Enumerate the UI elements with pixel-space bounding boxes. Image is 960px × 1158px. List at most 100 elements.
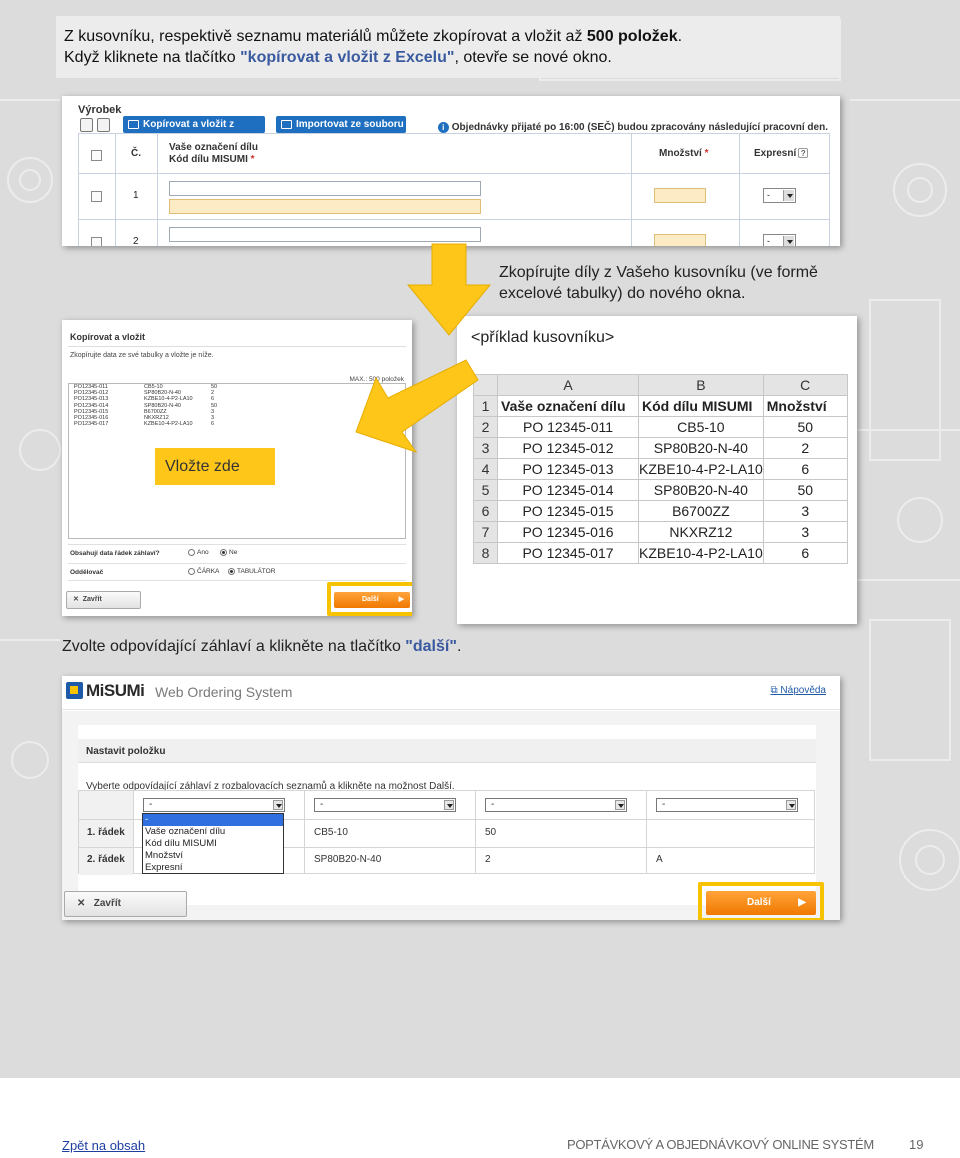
cell-value: 50 [485,827,497,838]
excel-cell: 50 [762,479,848,501]
excel-cell: Kód dílu MISUMI [638,395,764,417]
row-number: 1 [133,190,139,201]
dropdown-option[interactable]: Kód dílu MISUMI [143,838,283,850]
system-name: Web Ordering System [155,684,293,700]
table-row: 2 - [79,220,829,246]
col-express-header: Expresní? [754,148,809,160]
required-mark: * [250,154,255,165]
excel-cell: CB5-10 [638,416,764,438]
copy-instruction-line1: Zkopírujte díly z Vašeho kusovníku (ve f… [499,264,818,281]
radio-comma-label: ČÁRKA [197,568,220,576]
help-icon[interactable]: ? [798,148,809,158]
choose-header-suffix: . [456,638,462,655]
excel-row: 2 PO 12345-011 CB5-10 50 [473,416,848,438]
misumi-logo-icon [66,682,83,699]
choose-header-instruction: Zvolte odpovídající záhlaví a klikněte n… [62,638,461,656]
import-file-button[interactable]: Importovat ze souboru [276,116,406,133]
dropdown-option[interactable]: Množství [143,850,283,862]
popup-next-label: Další [362,596,379,603]
import-file-label: Importovat ze souboru [296,119,404,130]
radio-comma[interactable] [188,568,195,575]
list-icon[interactable] [97,118,110,132]
intro-line1-suffix: . [677,28,683,45]
row-label: 2. řádek [87,854,125,865]
table-row: 1 - [79,174,829,220]
cell-value: A [656,854,663,865]
order-info-notice: i Objednávky přijaté po 16:00 (SEČ) budou… [437,122,828,133]
radio-yes-label: Ano [197,549,209,557]
excel-row: 5 PO 12345-014 SP80B20-N-40 50 [473,479,848,501]
section-title: Nastavit položku [78,739,816,763]
express-select[interactable]: - [763,188,796,203]
play-icon: ▶ [798,897,806,908]
excel-cell: KZBE10-4-P2-LA10 [638,458,764,480]
next-button-label: Další [747,897,771,908]
express-select[interactable]: - [763,234,796,246]
chevron-down-icon [783,190,794,201]
document-title: POPTÁVKOVÝ A OBJEDNÁVKOVÝ ONLINE SYSTÉM [567,1137,874,1152]
close-button[interactable]: ✕ Zavřít [64,891,187,917]
excel-cell: 6 [762,458,848,480]
popup-close-button[interactable]: ✕ Zavřít [66,591,141,609]
excel-row: 1 Vaše označení dílu Kód dílu MISUMI Mno… [473,395,848,417]
required-mark-quantity: * [704,148,709,159]
row-label: 1. řádek [87,827,125,838]
header-dropdown-list: - Vaše označení dílu Kód dílu MISUMI Mno… [142,813,284,874]
header-select-value: - [149,799,153,810]
excel-row-number: 3 [473,437,498,459]
col-designation-header: Vaše označení dílu Kód dílu MISUMI * [169,142,258,166]
excel-cell: SP80B20-N-40 [638,437,764,459]
next-button[interactable]: Další ▶ [706,891,816,915]
popup-subtitle: Zkopírujte data ze své tabulky a vložte … [70,352,214,359]
popup-title: Kopírovat a vložit [70,332,146,342]
intro-line1-prefix: Z kusovníku, respektivě seznamu materiál… [64,28,587,45]
header-select-3[interactable]: - [485,798,627,812]
info-icon: i [437,122,449,133]
intro-line2-prefix: Když kliknete na tlačítko [64,49,241,66]
help-link[interactable]: ⧉ Nápověda [770,685,826,696]
header-select-1[interactable]: - [143,798,285,812]
radio-tab[interactable] [228,568,235,575]
radio-no[interactable] [220,549,227,556]
excel-col-a: A [497,374,639,396]
copy-paste-excel-button[interactable]: Kopírovat a vložit z Excelu [123,116,265,147]
header-select-2[interactable]: - [314,798,456,812]
row-checkbox[interactable] [91,237,102,246]
radio-yes[interactable] [188,549,195,556]
dropdown-option[interactable]: - [143,814,283,826]
excel-corner-cell [473,374,498,396]
back-to-contents-link[interactable]: Zpět na obsah [62,1138,145,1153]
header-select-value: - [662,799,666,810]
excel-cell: Vaše označení dílu [497,395,639,417]
express-value: - [767,236,770,246]
part-number-input[interactable] [169,199,481,214]
delete-icon[interactable] [80,118,93,132]
select-all-checkbox[interactable] [91,150,102,161]
designation-input[interactable] [169,181,481,196]
quantity-input[interactable] [654,188,706,203]
excel-cell: PO 12345-014 [497,479,639,501]
intro-line2-button: "kopírovat a vložit z Excelu" [240,49,455,66]
popup-next-button[interactable]: Další ▶ [334,592,410,608]
choose-header-prefix: Zvolte odpovídající záhlaví a klikněte n… [62,638,406,655]
close-icon: ✕ [73,596,79,603]
excel-cell: Množství [762,395,848,417]
excel-cell: PO 12345-016 [497,521,639,543]
col-part-no-label: Kód dílu MISUMI [169,154,248,165]
col-designation-label: Vaše označení dílu [169,142,258,153]
radio-no-label: Ne [229,549,238,557]
pasted-designation: PO12345-017 [74,421,109,428]
chevron-down-icon [273,800,283,810]
header-select-value: - [491,799,495,810]
row-checkbox[interactable] [91,191,102,202]
excel-cell: 50 [762,416,848,438]
excel-example-label: <příklad kusovníku> [471,329,615,346]
designation-input[interactable] [169,227,481,242]
dropdown-option[interactable]: Expresní [143,862,283,874]
express-value: - [767,190,770,200]
dropdown-option[interactable]: Vaše označení dílu [143,826,283,838]
page-number: 19 [909,1137,924,1152]
copy-icon [128,120,139,129]
quantity-input[interactable] [654,234,706,246]
header-select-4[interactable]: - [656,798,798,812]
